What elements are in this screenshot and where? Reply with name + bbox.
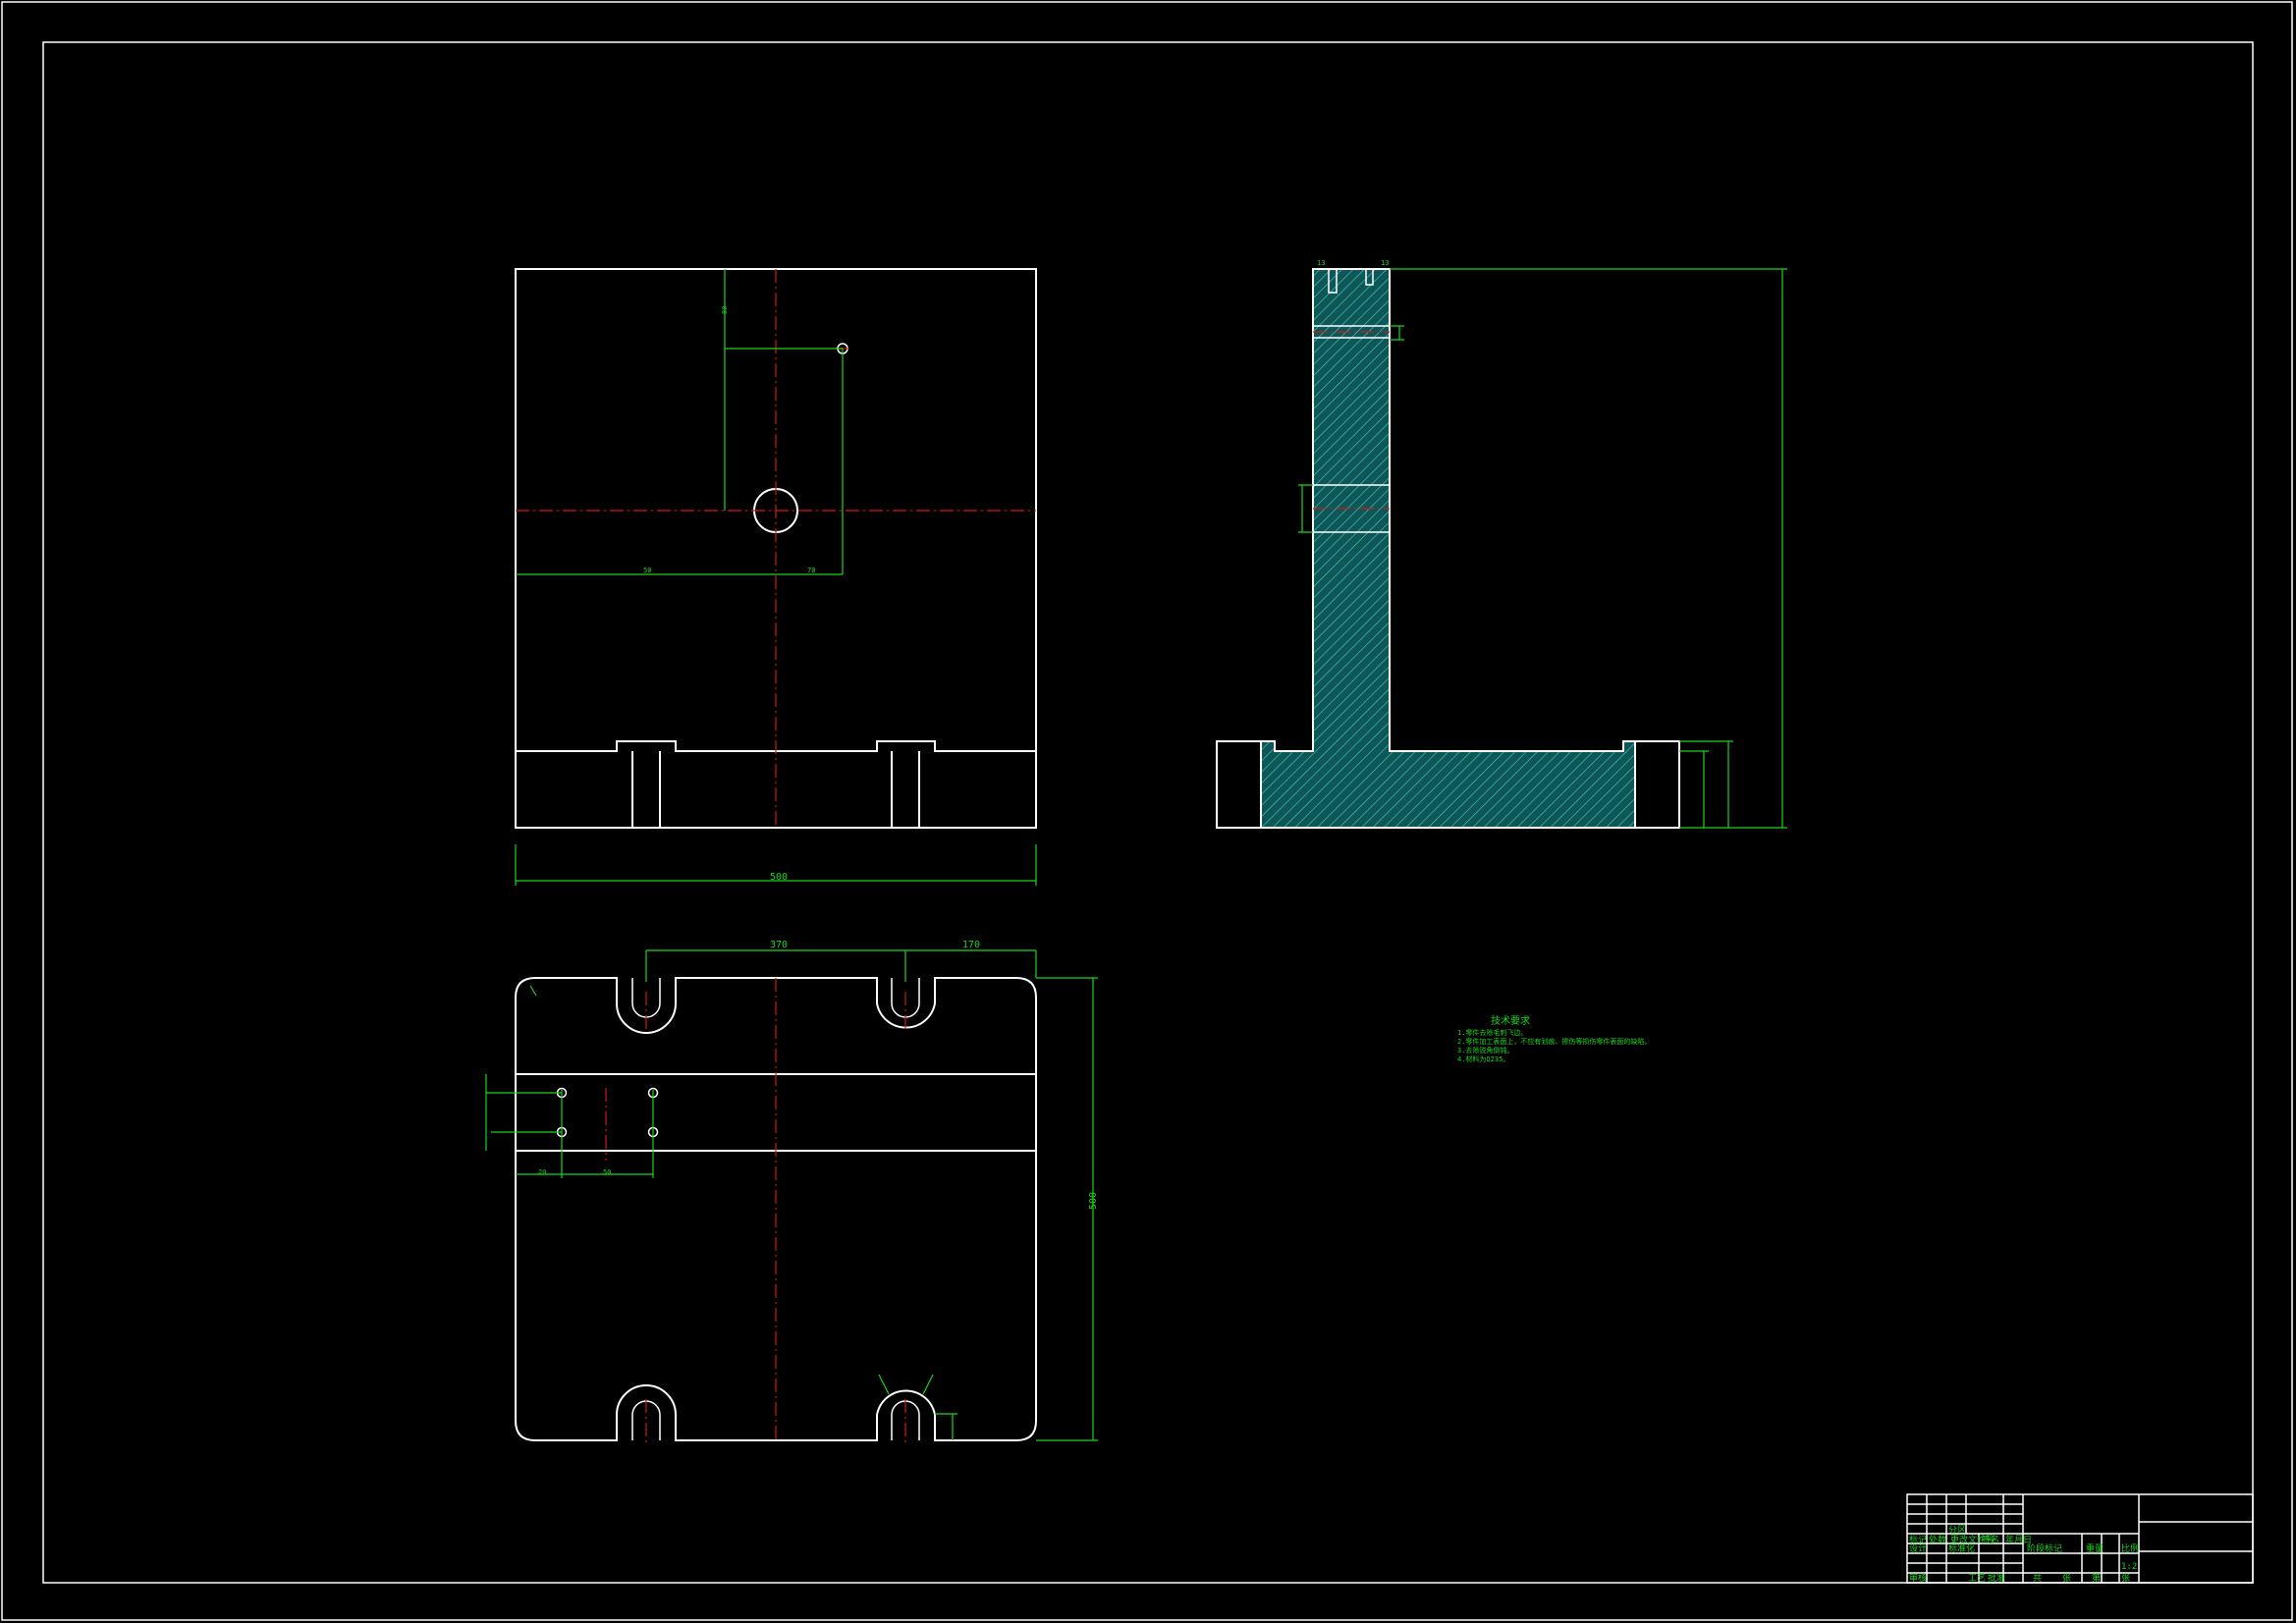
plan-view: 370 170 500 20 50 bbox=[485, 940, 1099, 1443]
tb-scale-label: 比例 bbox=[2121, 1542, 2139, 1554]
notes-title: 技术要求 bbox=[1491, 1014, 1530, 1027]
tb-zone: 分区 bbox=[1948, 1525, 1966, 1536]
tb-total: 共 bbox=[2033, 1573, 2042, 1584]
svg-text:20: 20 bbox=[538, 1168, 546, 1176]
tb-sheet: 张 bbox=[2121, 1573, 2130, 1584]
tb-review: 审核 bbox=[1909, 1572, 1927, 1584]
front-width-dimension: 500 bbox=[770, 872, 788, 883]
tb-standard: 标准化 bbox=[1948, 1542, 1975, 1554]
note-line-3: 3.去除锐角倒钝。 bbox=[1457, 1046, 1513, 1055]
plan-span-right-dimension: 170 bbox=[962, 940, 980, 950]
tb-count: 处数 bbox=[1929, 1534, 1946, 1545]
note-line-4: 4.材料为Q235。 bbox=[1457, 1055, 1509, 1063]
tb-weight: 重量 bbox=[2086, 1542, 2104, 1554]
tb-approve: 批准 bbox=[1988, 1572, 2005, 1584]
tb-stage: 阶段标记 bbox=[2027, 1542, 2062, 1554]
inner-drawing-frame bbox=[42, 41, 2254, 1584]
outer-sheet-border bbox=[1, 1, 2293, 1621]
svg-text:80: 80 bbox=[721, 306, 729, 314]
note-line-2: 2.零件加工表面上，不应有划痕、擦伤等损伤零件表面的缺陷。 bbox=[1457, 1037, 1651, 1046]
plan-span-left-dimension: 370 bbox=[770, 940, 788, 950]
title-block: 标记 处数 分区 更改文件号 签名 年月日 设计 标准化 阶段标记 重量 比例 … bbox=[1906, 1493, 2254, 1584]
svg-text:13: 13 bbox=[1317, 259, 1325, 267]
tb-sheet-no: 第 bbox=[2092, 1572, 2101, 1584]
technical-requirements: 技术要求 1.零件去除毛刺飞边。 2.零件加工表面上，不应有划痕、擦伤等损伤零件… bbox=[1457, 1014, 1651, 1063]
svg-text:70: 70 bbox=[807, 567, 815, 574]
plan-height-dimension: 500 bbox=[1088, 1192, 1099, 1210]
tb-sheets: 张 bbox=[2062, 1573, 2071, 1584]
svg-text:50: 50 bbox=[603, 1168, 611, 1176]
tb-scale-value: 1:2 bbox=[2121, 1562, 2137, 1572]
note-line-1: 1.零件去除毛刺飞边。 bbox=[1457, 1028, 1527, 1037]
front-view: 500 50 70 80 bbox=[515, 268, 1037, 886]
tb-process: 工艺 bbox=[1968, 1573, 1986, 1584]
svg-text:50: 50 bbox=[643, 567, 651, 574]
tb-design: 设计 bbox=[1909, 1542, 1927, 1554]
tb-signature: 签名 bbox=[1982, 1534, 1999, 1545]
side-section-view: 13 13 bbox=[1216, 259, 1787, 829]
cad-drawing-sheet: 500 50 70 80 13 13 370 170 500 20 50 技术要… bbox=[1, 1, 2293, 1621]
svg-text:13: 13 bbox=[1381, 259, 1389, 267]
